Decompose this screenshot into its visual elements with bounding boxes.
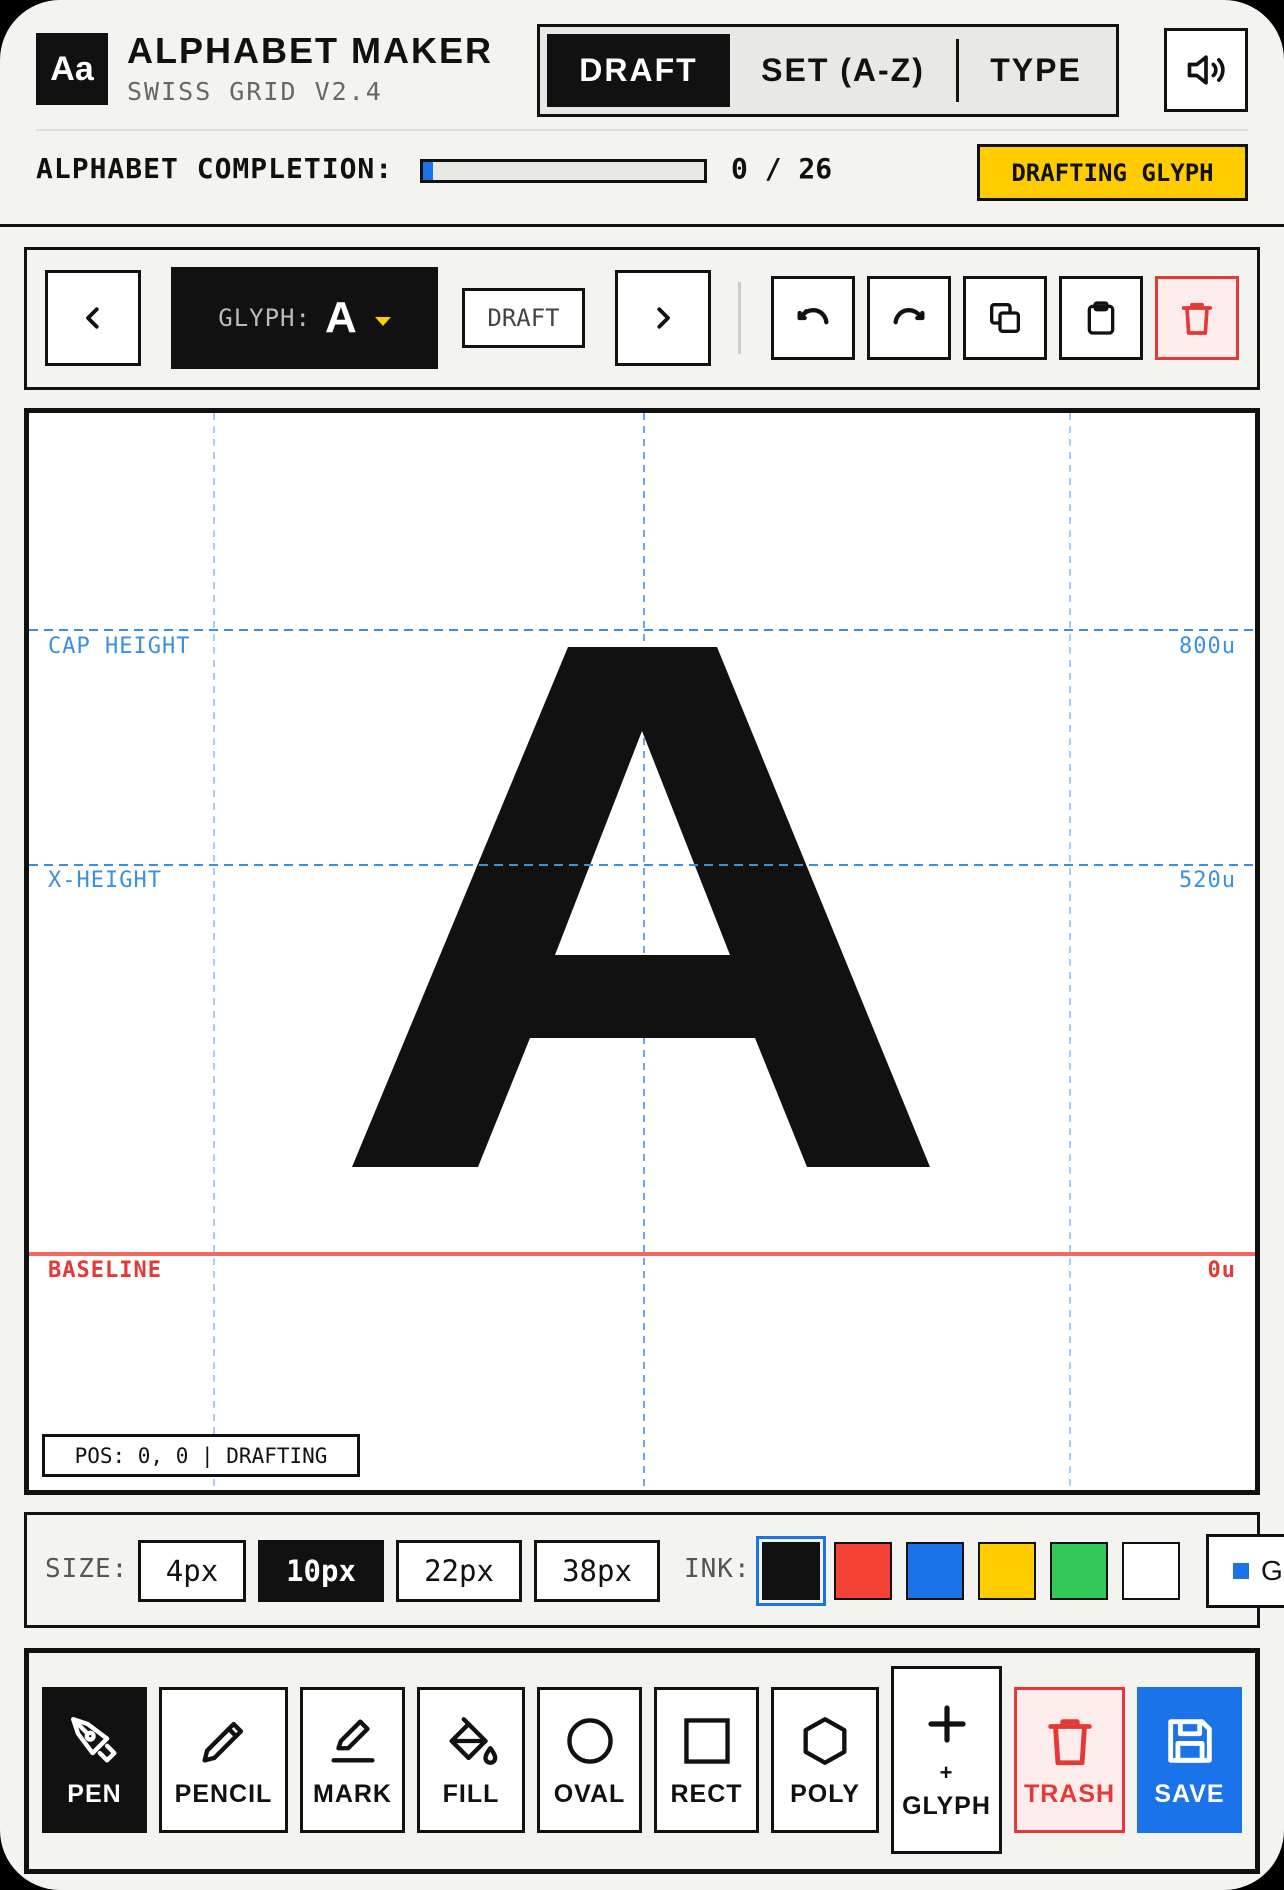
size-label: SIZE: bbox=[45, 1554, 129, 1584]
tool-oval[interactable]: OVAL bbox=[537, 1687, 642, 1833]
floppy-disk-icon bbox=[1167, 1718, 1212, 1763]
tool-mark-label: MARK bbox=[313, 1779, 392, 1808]
plus-icon bbox=[927, 1704, 966, 1743]
glyph-selector[interactable]: GLYPH: A bbox=[171, 267, 438, 369]
tool-save-label: SAVE bbox=[1154, 1779, 1225, 1808]
tab-type[interactable]: TYPE bbox=[961, 34, 1111, 107]
baseline-label: BASELINE bbox=[48, 1258, 162, 1283]
drawing-canvas[interactable] bbox=[24, 408, 1260, 1495]
size-option-38px[interactable]: 38px bbox=[534, 1540, 660, 1602]
tool-mark[interactable]: MARK bbox=[300, 1687, 405, 1833]
app-subtitle: SWISS GRID V2.4 bbox=[127, 77, 383, 106]
glyph-selector-value: A bbox=[324, 293, 357, 342]
add-glyph-plus-label: + bbox=[939, 1759, 954, 1785]
trash-icon bbox=[1047, 1718, 1092, 1765]
ink-swatch-white[interactable] bbox=[1122, 1542, 1180, 1600]
tool-oval-label: OVAL bbox=[553, 1779, 626, 1808]
tool-pencil[interactable]: PENCIL bbox=[159, 1687, 288, 1833]
tool-fill[interactable]: FILL bbox=[417, 1687, 525, 1833]
size-option-4px[interactable]: 4px bbox=[138, 1540, 246, 1602]
guides-toggle-label: GU bbox=[1261, 1555, 1284, 1586]
tool-rect-label: RECT bbox=[670, 1779, 743, 1808]
ink-label: INK: bbox=[684, 1554, 751, 1584]
x-height-value: 520u bbox=[1179, 868, 1236, 893]
speaker-icon bbox=[1187, 55, 1225, 85]
add-glyph-label: GLYPH bbox=[902, 1791, 991, 1820]
header-divider bbox=[36, 129, 1248, 131]
caret-down-icon bbox=[374, 316, 391, 326]
pen-nib-icon bbox=[70, 1716, 117, 1763]
copy-icon bbox=[990, 303, 1020, 333]
size-option-22px[interactable]: 22px bbox=[396, 1540, 522, 1602]
tab-draft[interactable]: DRAFT bbox=[547, 34, 730, 107]
trash-icon bbox=[1181, 302, 1213, 335]
cap-height-label: CAP HEIGHT bbox=[48, 634, 191, 659]
header-bottom-rule bbox=[0, 224, 1284, 227]
pencil-icon bbox=[201, 1721, 243, 1763]
prev-glyph-button[interactable] bbox=[45, 270, 141, 366]
completion-progress bbox=[420, 159, 707, 183]
tool-pen[interactable]: PEN bbox=[42, 1687, 147, 1833]
paste-button[interactable] bbox=[1059, 276, 1143, 360]
tool-poly[interactable]: POLY bbox=[771, 1687, 879, 1833]
guides-indicator-icon bbox=[1233, 1563, 1249, 1579]
size-option-10px[interactable]: 10px bbox=[258, 1540, 384, 1602]
tool-pen-label: PEN bbox=[67, 1779, 122, 1808]
add-glyph-button[interactable]: + GLYPH bbox=[891, 1666, 1002, 1854]
guides-toggle-button[interactable]: GU bbox=[1206, 1534, 1284, 1608]
glyph-A-shape bbox=[352, 647, 930, 1167]
ink-swatch-red[interactable] bbox=[834, 1542, 892, 1600]
status-badge: DRAFTING GLYPH bbox=[977, 144, 1248, 201]
tool-pencil-label: PENCIL bbox=[174, 1779, 273, 1808]
app-frame: Aa ALPHABET MAKER SWISS GRID V2.4 DRAFT … bbox=[0, 0, 1284, 1890]
ink-swatch-black[interactable] bbox=[756, 1536, 826, 1606]
ink-swatch-blue[interactable] bbox=[906, 1542, 964, 1600]
tool-fill-label: FILL bbox=[442, 1779, 500, 1808]
app-logo: Aa bbox=[36, 33, 108, 105]
tool-trash[interactable]: TRASH bbox=[1014, 1687, 1125, 1833]
undo-icon bbox=[797, 308, 829, 325]
draft-tag: DRAFT bbox=[462, 288, 585, 348]
glyph-canvas-svg[interactable] bbox=[29, 413, 1255, 1490]
delete-glyph-button[interactable] bbox=[1155, 276, 1239, 360]
cap-height-value: 800u bbox=[1179, 634, 1236, 659]
paint-bucket-icon bbox=[449, 1716, 498, 1765]
chevron-right-icon bbox=[657, 307, 670, 329]
tool-poly-label: POLY bbox=[790, 1779, 860, 1808]
ink-swatch-green[interactable] bbox=[1050, 1542, 1108, 1600]
mode-switcher: DRAFT SET (A-Z) TYPE bbox=[537, 24, 1119, 117]
redo-icon bbox=[893, 308, 925, 325]
toolbar-divider bbox=[738, 282, 741, 354]
copy-button[interactable] bbox=[963, 276, 1047, 360]
ink-swatch-yellow[interactable] bbox=[978, 1542, 1036, 1600]
glyph-selector-label: GLYPH: bbox=[218, 304, 311, 332]
tab-set[interactable]: SET (A-Z) bbox=[735, 34, 951, 107]
app-title: ALPHABET MAKER bbox=[127, 30, 493, 71]
next-glyph-button[interactable] bbox=[615, 270, 711, 366]
redo-button[interactable] bbox=[867, 276, 951, 360]
completion-count: 0 / 26 bbox=[731, 152, 833, 185]
completion-label: ALPHABET COMPLETION: bbox=[36, 152, 394, 185]
hexagon-icon bbox=[803, 1716, 847, 1765]
clipboard-icon bbox=[1087, 301, 1115, 335]
mode-divider bbox=[956, 39, 959, 102]
tool-rect[interactable]: RECT bbox=[654, 1687, 759, 1833]
sound-button[interactable] bbox=[1164, 28, 1248, 112]
position-readout: POS: 0, 0 | DRAFTING bbox=[42, 1434, 360, 1477]
square-icon bbox=[683, 1717, 730, 1764]
circle-icon bbox=[566, 1717, 613, 1764]
marker-icon bbox=[330, 1718, 375, 1763]
chevron-left-icon bbox=[86, 307, 99, 329]
baseline-value: 0u bbox=[1207, 1258, 1236, 1283]
tool-trash-label: TRASH bbox=[1023, 1779, 1116, 1808]
x-height-label: X-HEIGHT bbox=[48, 868, 162, 893]
completion-progress-fill bbox=[423, 162, 433, 180]
undo-button[interactable] bbox=[771, 276, 855, 360]
save-button[interactable]: SAVE bbox=[1137, 1687, 1242, 1833]
